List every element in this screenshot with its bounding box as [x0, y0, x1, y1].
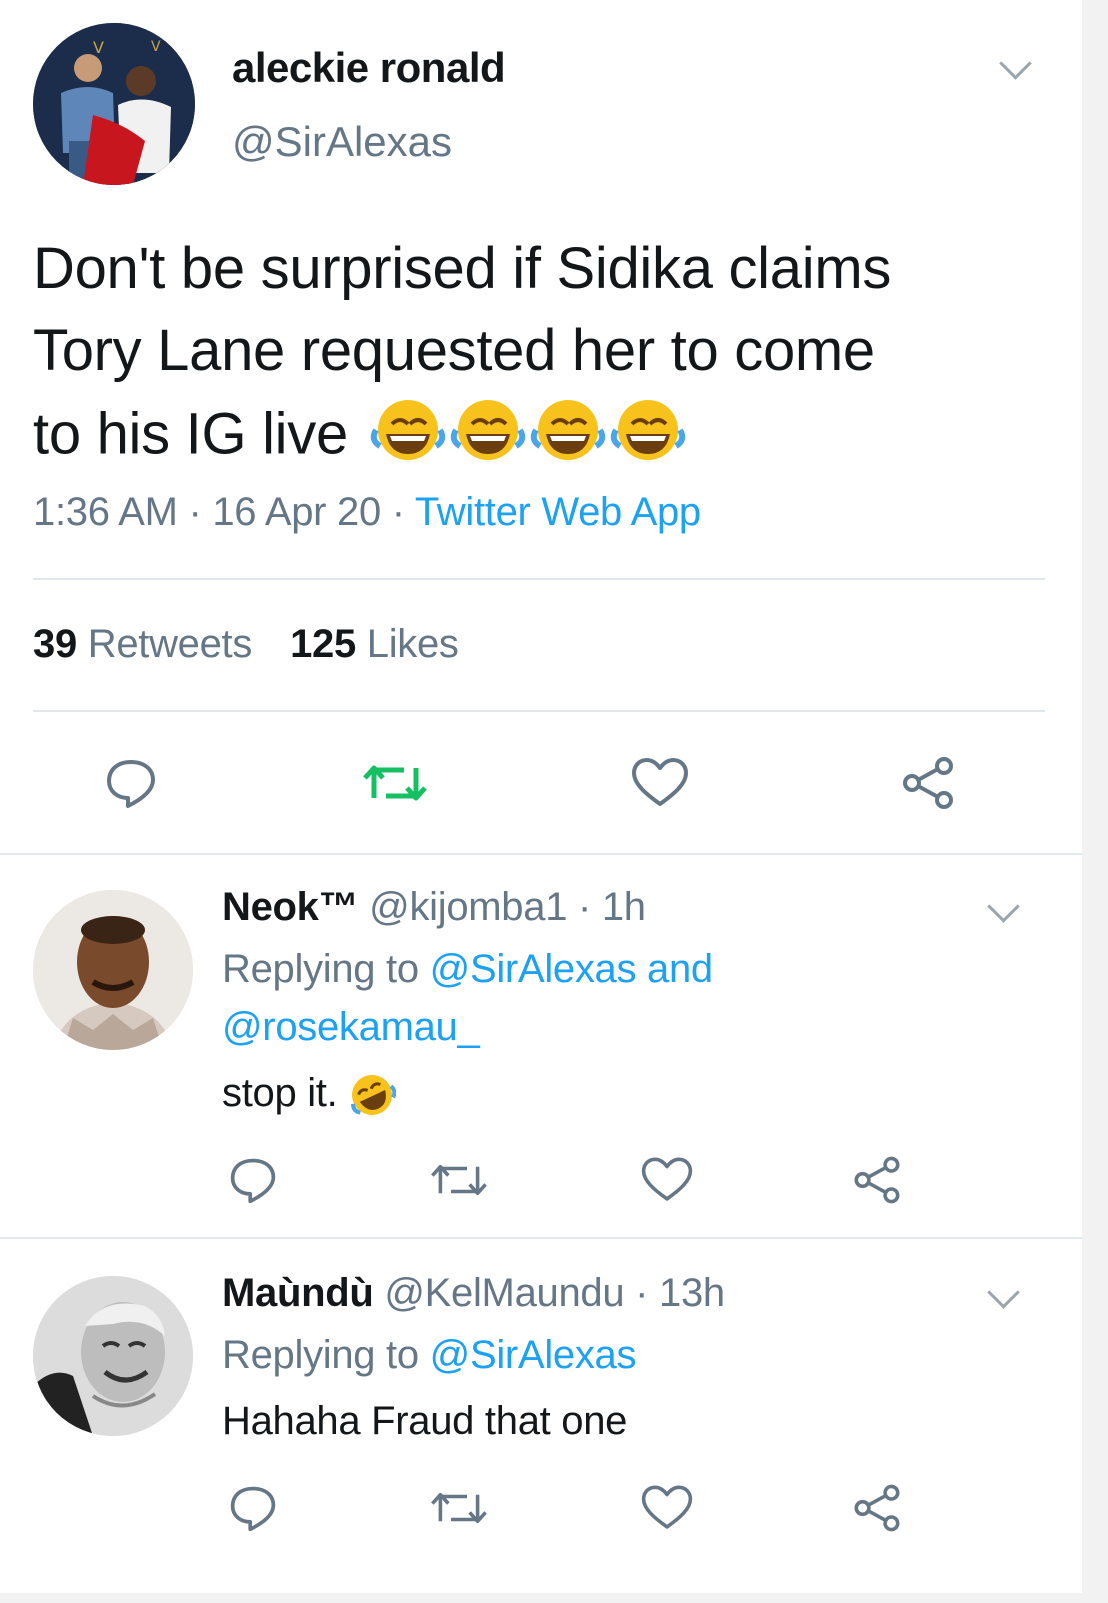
reply-avatar[interactable] — [33, 1276, 193, 1436]
like-icon[interactable] — [640, 1155, 694, 1210]
reply-avatar[interactable] — [33, 890, 193, 1050]
retweets-stat[interactable]: 39 Retweets — [33, 622, 252, 666]
reply-icon[interactable] — [228, 1483, 278, 1538]
reply-author-name[interactable]: Neok™ — [222, 885, 359, 929]
like-icon[interactable] — [630, 756, 690, 815]
main-tweet: V V aleckie ronald @SirAlexas Don't be s… — [0, 0, 1082, 873]
tweet-date[interactable]: 16 Apr 20 — [212, 490, 381, 534]
tweet-time[interactable]: 1:36 AM — [33, 490, 178, 534]
laughing-emoji-row — [370, 392, 690, 484]
likes-stat[interactable]: 125 Likes — [290, 622, 459, 666]
reply-age[interactable]: 1h — [602, 885, 646, 929]
share-icon[interactable] — [850, 1155, 904, 1210]
replying-to: Replying to @SirAlexas and — [222, 947, 714, 991]
chevron-down-icon[interactable] — [999, 47, 1032, 80]
divider — [33, 578, 1045, 580]
replying-to: @rosekamau_ — [222, 1005, 480, 1050]
svg-text:V: V — [93, 38, 104, 57]
bottom-edge — [0, 1593, 1108, 1603]
author-handle[interactable]: @SirAlexas — [232, 118, 452, 166]
reply-author-handle[interactable]: @KelMaundu — [384, 1271, 624, 1315]
svg-text:V: V — [151, 39, 161, 55]
reply-author-name[interactable]: Maùndù — [222, 1271, 374, 1315]
share-icon[interactable] — [850, 1483, 904, 1538]
meta-separator: · — [635, 1271, 659, 1315]
laughing-emoji — [370, 400, 445, 460]
reply-actions — [0, 1483, 1082, 1543]
retweet-icon[interactable] — [428, 1155, 490, 1210]
rolling-laughing-emoji — [351, 1075, 397, 1116]
reply-tweet: Maùndù @KelMaundu · 13h Replying to @Sir… — [0, 1239, 1082, 1593]
tweet-text: Don't be surprised if Sidika claims Tory… — [33, 228, 1043, 484]
replying-to: Replying to @SirAlexas — [222, 1333, 637, 1377]
meta-separator: · — [577, 885, 602, 929]
replying-to-link[interactable]: @rosekamau_ — [222, 1005, 480, 1049]
reply-age[interactable]: 13h — [659, 1271, 725, 1315]
reply-author-handle[interactable]: @kijomba1 — [369, 885, 567, 929]
tweet-meta: 1:36 AM · 16 Apr 20 · Twitter Web App — [33, 490, 701, 535]
meta-separator: · — [391, 490, 415, 534]
reply-text: stop it. — [222, 1071, 397, 1119]
chevron-down-icon[interactable] — [987, 1276, 1020, 1309]
retweet-icon[interactable] — [428, 1483, 490, 1538]
meta-separator: · — [188, 490, 213, 534]
tweet-text-line: Don't be surprised if Sidika claims — [33, 236, 892, 301]
main-tweet-actions — [0, 756, 1082, 816]
chevron-down-icon[interactable] — [987, 890, 1020, 923]
author-avatar[interactable]: V V — [33, 23, 195, 185]
reply-tweet: Neok™ @kijomba1 · 1h Replying to @SirAle… — [0, 855, 1082, 1235]
reply-actions — [0, 1155, 1082, 1215]
reply-text: Hahaha Fraud that one — [222, 1399, 628, 1443]
share-icon[interactable] — [898, 756, 958, 815]
replying-to-link[interactable]: @SirAlexas — [430, 1333, 637, 1377]
reply-icon[interactable] — [104, 756, 158, 815]
divider — [33, 710, 1045, 712]
tweet-text-line: Tory Lane requested her to come — [33, 318, 875, 383]
author-name[interactable]: aleckie ronald — [232, 44, 506, 92]
scrollbar-track — [1082, 0, 1108, 1603]
like-icon[interactable] — [640, 1483, 694, 1538]
tweet-text-line: to his IG live — [33, 392, 1043, 484]
tweet-stats: 39 Retweets 125 Likes — [33, 622, 459, 667]
replying-to-link[interactable]: @SirAlexas and — [430, 947, 714, 991]
reply-icon[interactable] — [228, 1155, 278, 1210]
reply-header: Neok™ @kijomba1 · 1h — [222, 885, 646, 930]
retweet-icon[interactable] — [360, 756, 430, 815]
reply-header: Maùndù @KelMaundu · 13h — [222, 1271, 725, 1316]
tweet-source-link[interactable]: Twitter Web App — [415, 490, 701, 534]
